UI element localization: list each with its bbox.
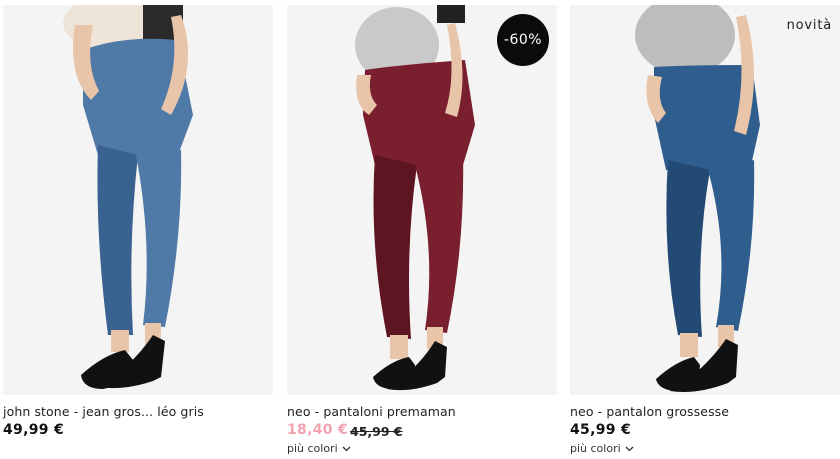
product-name[interactable]: neo - pantalon grossesse — [570, 404, 729, 419]
product-image[interactable] — [3, 5, 273, 395]
product-image[interactable]: novità — [570, 5, 840, 395]
product-name[interactable]: neo - pantaloni premaman — [287, 404, 456, 419]
product-photo-icon — [570, 5, 840, 395]
sale-price: 18,40 € — [287, 422, 348, 438]
more-colors-link[interactable]: più colori — [570, 442, 634, 455]
new-tag: novità — [786, 18, 832, 33]
product-image[interactable]: -60% — [287, 5, 557, 395]
more-colors-label: più colori — [570, 442, 621, 455]
product-photo-icon — [3, 5, 273, 395]
more-colors-link[interactable]: più colori — [287, 442, 351, 455]
product-name[interactable]: john stone - jean gros... léo gris — [3, 404, 204, 419]
chevron-down-icon — [342, 446, 351, 451]
product-price: 49,99 € — [3, 422, 64, 438]
more-colors-label: più colori — [287, 442, 338, 455]
product-card[interactable]: novità neo - pantalon grossesse 45,99 € … — [570, 0, 840, 459]
product-card[interactable]: -60% neo - pantaloni premaman 18,40 € 45… — [287, 0, 557, 459]
old-price: 45,99 € — [350, 424, 403, 439]
discount-badge: -60% — [497, 14, 549, 66]
product-price: 45,99 € — [570, 422, 631, 438]
product-card[interactable]: john stone - jean gros... léo gris 49,99… — [3, 0, 273, 459]
chevron-down-icon — [625, 446, 634, 451]
